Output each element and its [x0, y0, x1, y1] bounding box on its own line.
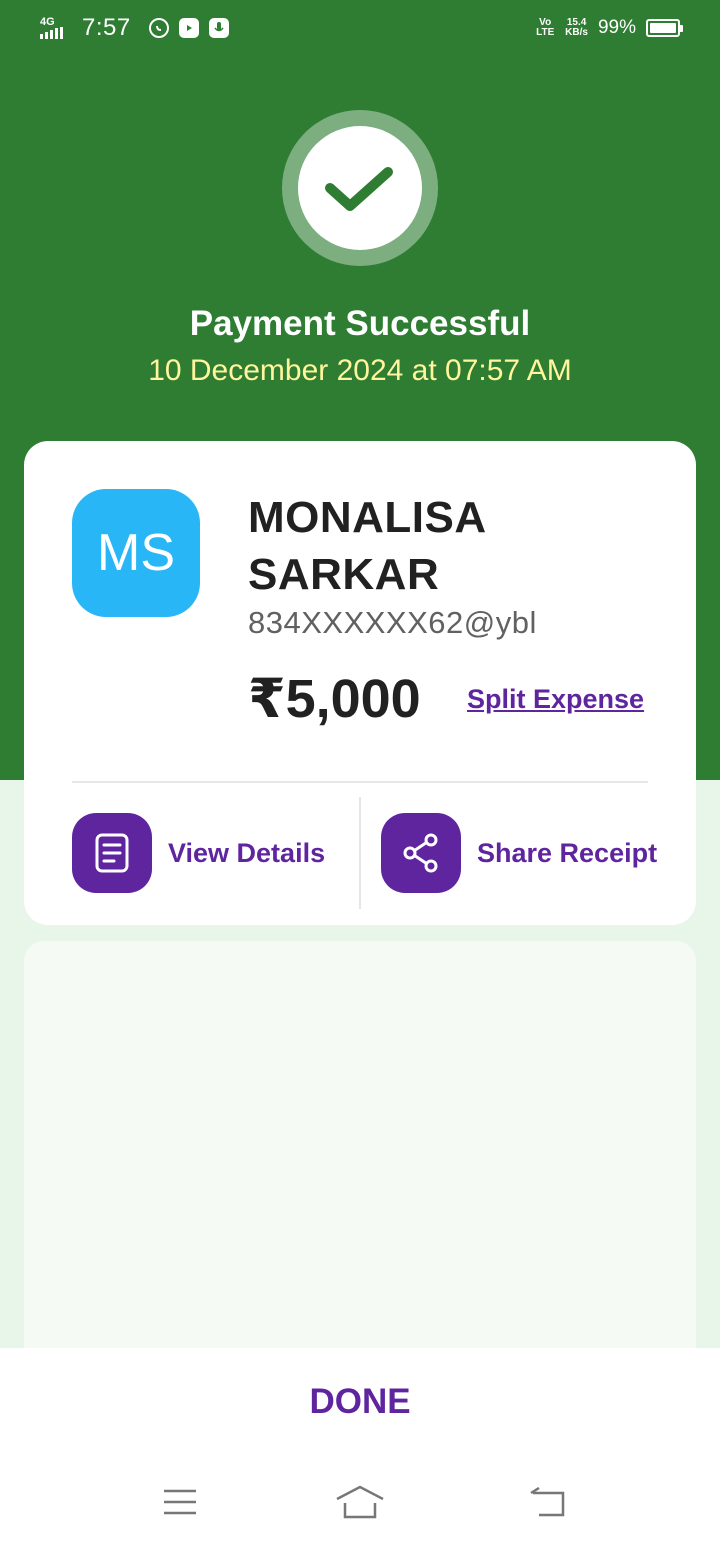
divider: [359, 797, 361, 909]
payment-summary-card: MS MONALISA SARKAR 834XXXXXX62@ybl ₹5,00…: [24, 441, 696, 925]
share-icon: [381, 813, 461, 893]
clock: 7:57: [82, 14, 131, 41]
battery-percentage: 99%: [597, 17, 636, 38]
payment-status-title: Payment Successful: [189, 304, 531, 343]
signal-icon: 4G: [40, 17, 72, 39]
payee-upi-id: 834XXXXXX62@ybl: [248, 605, 537, 640]
avatar: MS: [72, 489, 200, 617]
share-receipt-button[interactable]: Share Receipt: [381, 813, 657, 893]
youtube-icon: [178, 18, 199, 38]
view-details-label: View Details: [168, 837, 326, 868]
volte-indicator: Vo LTE: [536, 17, 555, 38]
payee-name: MONALISA SARKAR: [248, 493, 486, 599]
status-bar: 4G 7:57 Vo LTE 15.4 KB/s 99%: [0, 0, 720, 56]
menu-icon[interactable]: [150, 1480, 210, 1524]
whatsapp-icon: [148, 18, 169, 38]
split-expense-link[interactable]: Split Expense: [467, 684, 644, 715]
network-speed: 15.4 KB/s: [565, 17, 588, 38]
content-placeholder-panel: [24, 941, 696, 1361]
document-icon: [72, 813, 152, 893]
microphone-icon: [208, 18, 229, 38]
view-details-button[interactable]: View Details: [72, 813, 325, 893]
battery-icon: [646, 19, 683, 37]
divider: [72, 781, 648, 783]
home-icon[interactable]: [330, 1480, 390, 1524]
payment-amount: ₹5,000: [248, 669, 421, 729]
back-icon[interactable]: [518, 1480, 578, 1524]
payment-datetime: 10 December 2024 at 07:57 AM: [148, 354, 572, 387]
done-button[interactable]: DONE: [0, 1382, 720, 1422]
success-check-icon: [282, 110, 438, 266]
share-receipt-label: Share Receipt: [477, 837, 658, 868]
